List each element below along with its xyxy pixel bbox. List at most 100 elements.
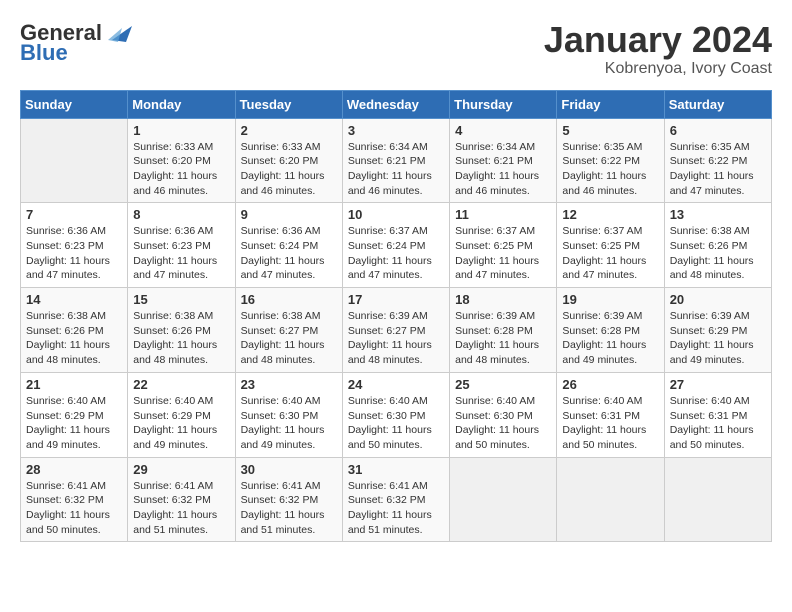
day-info-line: Sunset: 6:31 PM	[670, 410, 748, 422]
table-row: 17Sunrise: 6:39 AMSunset: 6:27 PMDayligh…	[342, 288, 449, 373]
day-info-line: Sunset: 6:32 PM	[133, 494, 211, 506]
day-info: Sunrise: 6:37 AMSunset: 6:25 PMDaylight:…	[562, 224, 658, 283]
day-info-line: Sunset: 6:22 PM	[670, 155, 748, 167]
day-number: 25	[455, 377, 551, 392]
table-row: 2Sunrise: 6:33 AMSunset: 6:20 PMDaylight…	[235, 118, 342, 203]
col-thursday: Thursday	[450, 90, 557, 118]
calendar-week-row: 28Sunrise: 6:41 AMSunset: 6:32 PMDayligh…	[21, 457, 772, 542]
day-info: Sunrise: 6:40 AMSunset: 6:30 PMDaylight:…	[348, 394, 444, 453]
day-number: 30	[241, 462, 337, 477]
table-row: 19Sunrise: 6:39 AMSunset: 6:28 PMDayligh…	[557, 288, 664, 373]
day-info-line: Sunset: 6:21 PM	[348, 155, 426, 167]
day-info-line: Daylight: 11 hours and 47 minutes.	[241, 255, 325, 282]
day-info-line: Sunrise: 6:41 AM	[26, 480, 106, 492]
day-info-line: Sunset: 6:27 PM	[241, 325, 319, 337]
day-info-line: Daylight: 11 hours and 47 minutes.	[455, 255, 539, 282]
day-info-line: Sunrise: 6:34 AM	[455, 141, 535, 153]
header: General Blue January 2024 Kobrenyoa, Ivo…	[20, 20, 772, 78]
day-info-line: Daylight: 11 hours and 46 minutes.	[133, 170, 217, 197]
day-number: 18	[455, 292, 551, 307]
day-info-line: Daylight: 11 hours and 47 minutes.	[26, 255, 110, 282]
day-info-line: Sunrise: 6:41 AM	[241, 480, 321, 492]
day-info-line: Daylight: 11 hours and 48 minutes.	[670, 255, 754, 282]
day-number: 9	[241, 207, 337, 222]
table-row: 18Sunrise: 6:39 AMSunset: 6:28 PMDayligh…	[450, 288, 557, 373]
day-number: 26	[562, 377, 658, 392]
day-info-line: Sunrise: 6:38 AM	[133, 310, 213, 322]
table-row: 16Sunrise: 6:38 AMSunset: 6:27 PMDayligh…	[235, 288, 342, 373]
day-number: 3	[348, 123, 444, 138]
day-info: Sunrise: 6:40 AMSunset: 6:31 PMDaylight:…	[562, 394, 658, 453]
day-info-line: Sunset: 6:29 PM	[133, 410, 211, 422]
calendar-week-row: 7Sunrise: 6:36 AMSunset: 6:23 PMDaylight…	[21, 203, 772, 288]
table-row: 29 Sunrise: 6:41 AM Sunset: 6:32 PM Dayligh…	[128, 457, 235, 542]
day-number: 31	[348, 462, 444, 477]
day-info-line: Sunrise: 6:40 AM	[670, 395, 750, 407]
table-row: 3Sunrise: 6:34 AMSunset: 6:21 PMDaylight…	[342, 118, 449, 203]
day-info-line: Sunset: 6:20 PM	[133, 155, 211, 167]
day-info: Sunrise: 6:40 AMSunset: 6:30 PMDaylight:…	[241, 394, 337, 453]
day-info: Sunrise: 6:38 AMSunset: 6:26 PMDaylight:…	[26, 309, 122, 368]
day-info-line: Sunrise: 6:36 AM	[26, 225, 106, 237]
day-number: 4	[455, 123, 551, 138]
day-info-line: Daylight: 11 hours and 48 minutes.	[26, 339, 110, 366]
day-info: Sunrise: 6:39 AMSunset: 6:27 PMDaylight:…	[348, 309, 444, 368]
day-info-line: Sunrise: 6:41 AM	[133, 480, 213, 492]
day-info: Sunrise: 6:39 AMSunset: 6:29 PMDaylight:…	[670, 309, 766, 368]
day-info-line: Sunrise: 6:33 AM	[241, 141, 321, 153]
calendar-table: Sunday Monday Tuesday Wednesday Thursday…	[20, 90, 772, 543]
day-number: 10	[348, 207, 444, 222]
day-number: 8	[133, 207, 229, 222]
day-info-line: Sunset: 6:20 PM	[241, 155, 319, 167]
table-row: 7 Sunrise: 6:36 AMSunset: 6:23 PMDaylight…	[21, 203, 128, 288]
day-info-line: Sunrise: 6:38 AM	[241, 310, 321, 322]
day-info: Sunrise: 6:36 AMSunset: 6:23 PMDaylight:…	[26, 224, 122, 283]
day-info-line: Daylight: 11 hours and 51 minutes.	[133, 509, 217, 536]
day-number: 29	[133, 462, 229, 477]
day-info: Sunrise: 6:40 AMSunset: 6:29 PMDaylight:…	[26, 394, 122, 453]
day-info-line: Sunset: 6:28 PM	[562, 325, 640, 337]
day-info-line: Daylight: 11 hours and 48 minutes.	[133, 339, 217, 366]
day-info-line: Daylight: 11 hours and 47 minutes.	[562, 255, 646, 282]
day-info-line: Daylight: 11 hours and 47 minutes.	[133, 255, 217, 282]
day-info-line: Sunset: 6:32 PM	[26, 494, 104, 506]
table-row	[21, 118, 128, 203]
day-info-line: Sunset: 6:32 PM	[348, 494, 426, 506]
day-info-line: Daylight: 11 hours and 50 minutes.	[670, 424, 754, 451]
day-info-line: Sunset: 6:21 PM	[455, 155, 533, 167]
day-info-line: Sunrise: 6:37 AM	[455, 225, 535, 237]
calendar-week-row: 1Sunrise: 6:33 AMSunset: 6:20 PMDaylight…	[21, 118, 772, 203]
day-info: Sunrise: 6:41 AMSunset: 6:32 PMDaylight:…	[348, 479, 444, 538]
table-row: 5Sunrise: 6:35 AMSunset: 6:22 PMDaylight…	[557, 118, 664, 203]
day-info-line: Sunset: 6:32 PM	[241, 494, 319, 506]
day-info-line: Daylight: 11 hours and 47 minutes.	[670, 170, 754, 197]
day-info-line: Sunrise: 6:35 AM	[562, 141, 642, 153]
day-info-line: Sunrise: 6:40 AM	[562, 395, 642, 407]
day-info-line: Daylight: 11 hours and 50 minutes.	[562, 424, 646, 451]
col-monday: Monday	[128, 90, 235, 118]
day-info-line: Sunset: 6:22 PM	[562, 155, 640, 167]
day-info-line: Daylight: 11 hours and 46 minutes.	[562, 170, 646, 197]
day-number: 20	[670, 292, 766, 307]
day-info-line: Sunset: 6:24 PM	[241, 240, 319, 252]
day-info: Sunrise: 6:40 AMSunset: 6:29 PMDaylight:…	[133, 394, 229, 453]
logo: General Blue	[20, 20, 132, 66]
day-number: 7	[26, 207, 122, 222]
day-info-line: Daylight: 11 hours and 46 minutes.	[348, 170, 432, 197]
table-row: 23Sunrise: 6:40 AMSunset: 6:30 PMDayligh…	[235, 372, 342, 457]
day-info: Sunrise: 6:38 AMSunset: 6:26 PMDaylight:…	[670, 224, 766, 283]
day-info: Sunrise: 6:36 AMSunset: 6:23 PMDaylight:…	[133, 224, 229, 283]
day-info-line: Sunrise: 6:39 AM	[562, 310, 642, 322]
day-number: 12	[562, 207, 658, 222]
calendar-title: January 2024	[544, 20, 772, 60]
table-row: 26 Sunrise: 6:40 AMSunset: 6:31 PMDayligh…	[557, 372, 664, 457]
table-row	[450, 457, 557, 542]
day-number: 28	[26, 462, 122, 477]
day-info-line: Sunset: 6:23 PM	[133, 240, 211, 252]
day-info-line: Daylight: 11 hours and 47 minutes.	[348, 255, 432, 282]
day-info-line: Daylight: 11 hours and 48 minutes.	[455, 339, 539, 366]
day-info-line: Sunrise: 6:37 AM	[562, 225, 642, 237]
table-row: 8 Sunrise: 6:36 AMSunset: 6:23 PMDaylight…	[128, 203, 235, 288]
table-row: 28Sunrise: 6:41 AMSunset: 6:32 PMDayligh…	[21, 457, 128, 542]
day-info-line: Daylight: 11 hours and 51 minutes.	[348, 509, 432, 536]
